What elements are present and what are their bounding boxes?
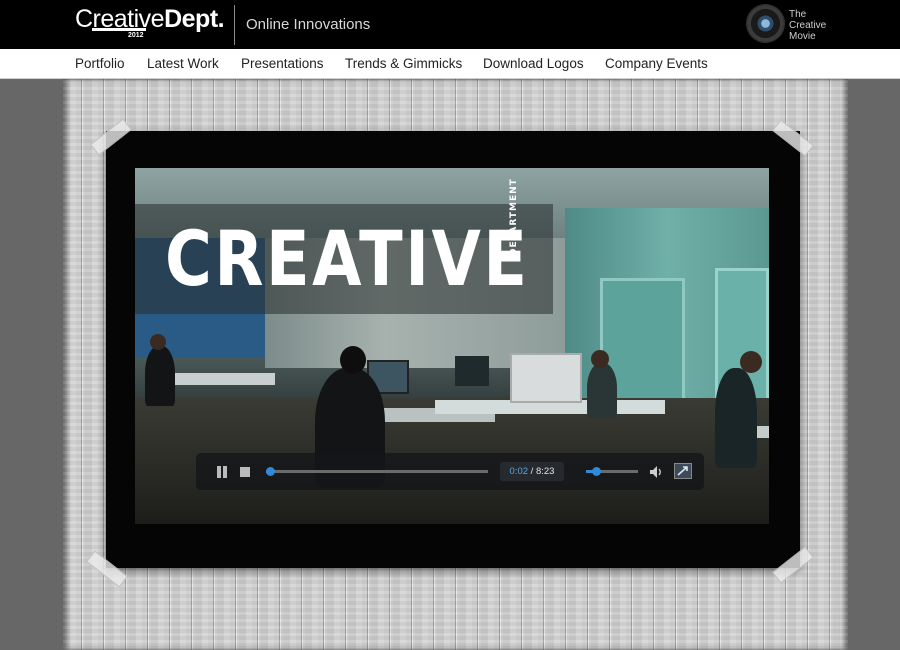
scene-monitor (455, 356, 489, 386)
movie-label-line1: The (789, 9, 807, 20)
creative-movie-label: The Creative Movie (789, 9, 849, 42)
seek-bar[interactable] (266, 467, 488, 476)
volume-handle[interactable] (592, 467, 601, 476)
nav-presentations[interactable]: Presentations (241, 56, 324, 71)
creative-movie-link[interactable]: The Creative Movie (747, 5, 847, 45)
scene-person-head (150, 334, 166, 350)
time-display: 0:02 / 8:23 (500, 462, 564, 481)
fullscreen-icon[interactable] (674, 463, 692, 479)
nav-portfolio[interactable]: Portfolio (75, 56, 125, 71)
top-bar: Creative Dept. 2012 Online Innovations Th… (0, 0, 900, 49)
movie-label-line2: Creative (789, 20, 827, 31)
scene-person (587, 363, 617, 418)
seek-handle[interactable] (266, 467, 275, 476)
site-tagline: Online Innovations (246, 16, 371, 33)
scene-person (145, 346, 175, 406)
scene-monitor (510, 353, 582, 403)
player-controls: 0:02 / 8:23 (196, 453, 704, 490)
logo-year: 2012 (128, 32, 144, 39)
current-time: 0:02 (509, 466, 529, 477)
logo-underline (92, 28, 146, 31)
header-divider (234, 5, 235, 45)
scene-desk (165, 373, 275, 385)
nav-download-logos[interactable]: Download Logos (483, 56, 584, 71)
scene-person (715, 368, 757, 468)
volume-slider[interactable] (586, 467, 638, 476)
video-title: CREATIVE (165, 214, 530, 303)
film-reel-icon (747, 5, 784, 42)
video-subtitle: DEPARTMENT (509, 178, 519, 256)
nav-latest-work[interactable]: Latest Work (147, 56, 219, 71)
scene-person-head (340, 346, 366, 374)
time-separator: / (530, 466, 534, 477)
page-side-right (848, 79, 900, 650)
logo-text-dept: Dept. (164, 5, 225, 33)
page-side-left (0, 79, 63, 650)
stop-icon[interactable] (240, 467, 250, 477)
main-nav: Portfolio Latest Work Presentations Tren… (0, 49, 900, 79)
movie-label-line3: Movie (789, 31, 816, 42)
speaker-icon[interactable] (648, 464, 664, 480)
total-time: 8:23 (535, 466, 555, 477)
pause-icon[interactable] (216, 466, 228, 478)
scene-person-head (740, 351, 762, 373)
scene-person-head (591, 350, 609, 368)
nav-trends-gimmicks[interactable]: Trends & Gimmicks (345, 56, 462, 71)
nav-company-events[interactable]: Company Events (605, 56, 708, 71)
